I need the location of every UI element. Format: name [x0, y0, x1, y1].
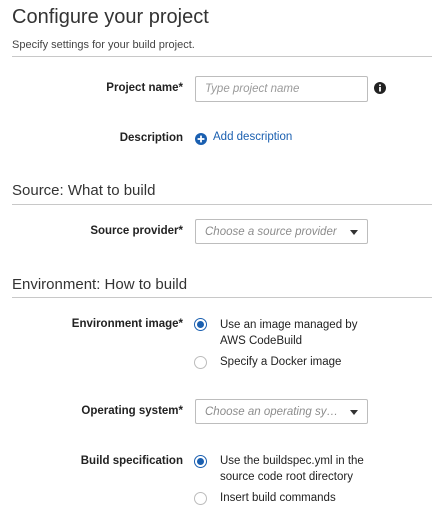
project-name-input[interactable]: Type project name — [195, 76, 368, 102]
build-specification-label: Build specification — [80, 455, 183, 467]
description-label: Description — [119, 132, 183, 144]
source-provider-label: Source provider* — [90, 225, 183, 237]
chevron-down-icon — [350, 410, 358, 415]
radio-managed-image-label[interactable]: Use an image managed by AWS CodeBuild — [220, 317, 380, 349]
source-section-title: Source: What to build — [12, 182, 156, 199]
operating-system-label: Operating system* — [81, 405, 183, 417]
source-provider-value: Choose a source provider — [205, 226, 337, 238]
plus-circle-icon[interactable] — [195, 133, 207, 145]
radio-insert-commands-label[interactable]: Insert build commands — [220, 490, 380, 506]
radio-insert-commands[interactable] — [194, 492, 207, 505]
source-divider — [12, 204, 432, 205]
page-subtitle: Specify settings for your build project. — [12, 39, 195, 51]
radio-buildspec-file-label[interactable]: Use the buildspec.yml in the source code… — [220, 453, 380, 485]
project-name-label: Project name* — [106, 82, 183, 94]
info-icon[interactable] — [374, 82, 386, 94]
radio-docker-image[interactable] — [194, 356, 207, 369]
add-description-link[interactable]: Add description — [213, 131, 292, 143]
header-divider — [12, 56, 432, 57]
page-title: Configure your project — [12, 6, 209, 28]
environment-image-label: Environment image* — [71, 318, 183, 330]
chevron-down-icon — [350, 230, 358, 235]
environment-divider — [12, 297, 432, 298]
source-provider-select[interactable]: Choose a source provider — [195, 219, 368, 244]
operating-system-select[interactable]: Choose an operating syst… — [195, 399, 368, 424]
radio-buildspec-file[interactable] — [194, 455, 207, 468]
radio-docker-image-label[interactable]: Specify a Docker image — [220, 354, 380, 370]
operating-system-value: Choose an operating syst… — [205, 406, 347, 418]
radio-managed-image[interactable] — [194, 318, 207, 331]
environment-section-title: Environment: How to build — [12, 276, 188, 293]
